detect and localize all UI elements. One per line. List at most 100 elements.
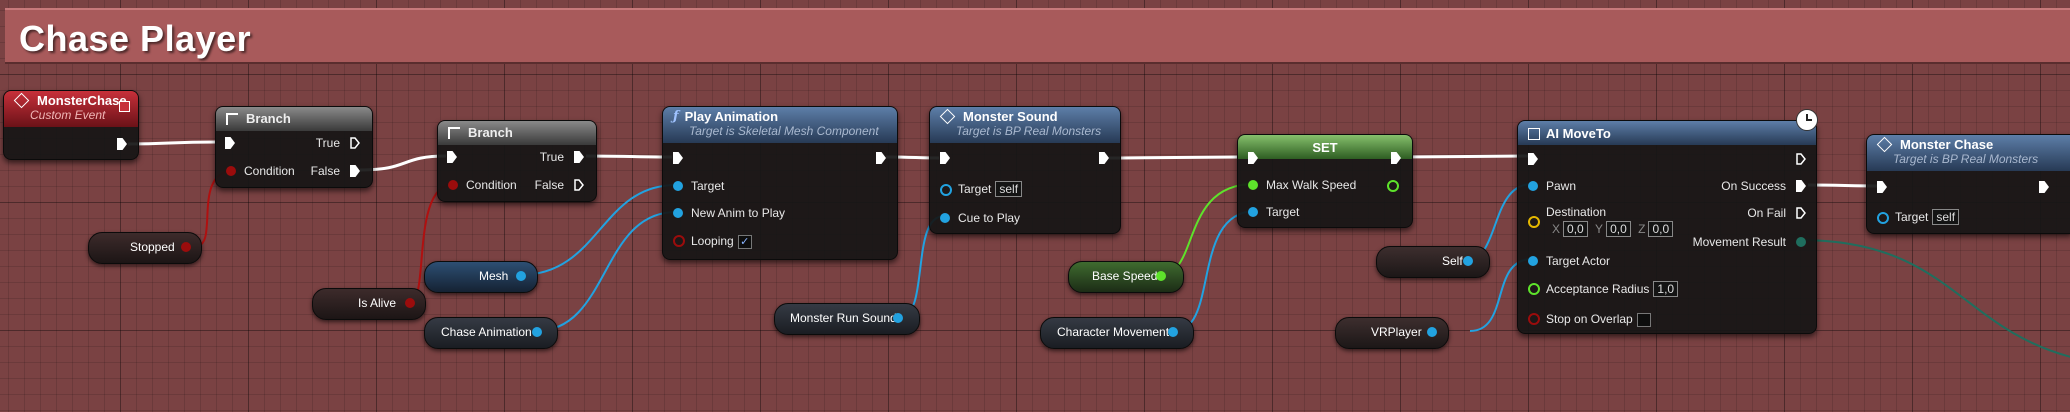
acceptance-radius-field[interactable]: 1,0: [1653, 281, 1679, 297]
target-pin[interactable]: [673, 181, 683, 191]
branch-node-2[interactable]: Branch True Condition False: [437, 120, 597, 202]
target-pin[interactable]: [1248, 207, 1258, 217]
target-value-box[interactable]: self: [995, 181, 1023, 197]
vrplayer-variable-node[interactable]: VRPlayer: [1335, 317, 1449, 349]
object-out-pin[interactable]: [1463, 256, 1473, 266]
variable-label: Stopped: [130, 240, 175, 254]
object-out-pin[interactable]: [1427, 327, 1437, 337]
target-pin[interactable]: [940, 184, 952, 196]
false-pin-label: False: [534, 178, 564, 192]
new-anim-pin-label: New Anim to Play: [691, 206, 786, 220]
dest-y-label: Y: [1595, 222, 1604, 236]
set-node[interactable]: SET Max Walk Speed Target: [1237, 134, 1413, 228]
target-pin[interactable]: [1877, 212, 1889, 224]
bool-out-pin[interactable]: [181, 242, 191, 252]
destination-pin[interactable]: [1528, 216, 1540, 228]
condition-pin[interactable]: [226, 166, 236, 176]
exec-out-pin[interactable]: [876, 152, 886, 164]
dest-y-field[interactable]: 0,0: [1606, 221, 1631, 237]
object-wire: [1173, 210, 1257, 332]
exec-in-pin[interactable]: [1877, 181, 1887, 193]
target-pin-label: Target: [1266, 205, 1300, 219]
exec-wire: [1108, 155, 1241, 160]
condition-pin[interactable]: [448, 180, 458, 190]
float-out-pin[interactable]: [1156, 271, 1166, 281]
false-exec-pin[interactable]: [574, 179, 584, 191]
branch-header: Branch: [216, 107, 372, 131]
max-walk-speed-out-pin[interactable]: [1387, 180, 1399, 192]
latent-clock-icon: [1796, 109, 1818, 131]
exec-out-pin[interactable]: [1099, 152, 1109, 164]
exec-in-pin[interactable]: [1528, 153, 1538, 165]
dest-z-field[interactable]: 0,0: [1648, 221, 1674, 237]
function-title: AI MoveTo: [1546, 126, 1611, 141]
exec-out-pin[interactable]: [1796, 153, 1806, 165]
exec-in-pin[interactable]: [447, 151, 457, 163]
branch-icon: [226, 112, 238, 125]
object-out-pin[interactable]: [516, 271, 526, 281]
exec-in-pin[interactable]: [940, 152, 950, 164]
target-actor-pin[interactable]: [1528, 256, 1538, 266]
exec-out-pin[interactable]: [2039, 181, 2049, 193]
set-title: SET: [1312, 140, 1338, 155]
object-wire: [535, 211, 677, 332]
character-movement-variable-node[interactable]: Character Movement: [1040, 317, 1194, 349]
set-header: SET: [1238, 135, 1412, 159]
ai-move-to-node[interactable]: AI MoveTo Pawn On Success Destination X0…: [1517, 109, 1818, 334]
cue-pin-label: Cue to Play: [958, 211, 1021, 225]
variable-label: Base Speed: [1092, 269, 1158, 283]
on-fail-exec-pin[interactable]: [1796, 207, 1806, 219]
delegate-pin-icon[interactable]: [119, 101, 130, 112]
self-node[interactable]: Self: [1376, 246, 1490, 278]
stop-on-overlap-pin[interactable]: [1528, 313, 1540, 325]
base-speed-variable-node[interactable]: Base Speed: [1068, 261, 1184, 293]
dest-x-field[interactable]: 0,0: [1563, 221, 1588, 237]
object-out-pin[interactable]: [893, 313, 903, 323]
looping-pin[interactable]: [673, 235, 685, 247]
chase-animation-variable-node[interactable]: Chase Animation: [424, 317, 558, 349]
new-anim-pin[interactable]: [673, 208, 683, 218]
exec-in-pin[interactable]: [673, 152, 683, 164]
true-exec-pin[interactable]: [350, 137, 360, 149]
stopped-variable-node[interactable]: Stopped: [88, 232, 202, 264]
bool-out-pin[interactable]: [405, 298, 415, 308]
monster-sound-node[interactable]: Monster Sound Target is BP Real Monsters…: [929, 106, 1121, 234]
exec-in-pin[interactable]: [225, 137, 235, 149]
exec-out-pin[interactable]: [117, 138, 127, 150]
true-exec-pin[interactable]: [574, 151, 584, 163]
target-value-box[interactable]: self: [1932, 209, 1960, 225]
variable-label: Monster Run Sound: [790, 311, 897, 325]
pawn-pin[interactable]: [1528, 181, 1538, 191]
monster-run-sound-variable-node[interactable]: Monster Run Sound: [774, 303, 920, 335]
object-out-pin[interactable]: [1168, 327, 1178, 337]
latent-node-icon: [1528, 127, 1540, 140]
false-exec-pin[interactable]: [350, 165, 360, 177]
true-pin-label: True: [539, 150, 564, 164]
branch-node-1[interactable]: Branch True Condition False: [215, 106, 373, 188]
object-out-pin[interactable]: [532, 327, 542, 337]
is-alive-variable-node[interactable]: Is Alive: [312, 288, 426, 320]
function-icon: ƒ: [673, 109, 679, 124]
function-header: AI MoveTo: [1518, 121, 1816, 145]
movement-result-pin[interactable]: [1796, 237, 1806, 247]
stop-on-overlap-checkbox[interactable]: [1636, 312, 1651, 327]
on-fail-pin-label: On Fail: [1747, 206, 1786, 220]
function-header: Monster Chase Target is BP Real Monsters: [1867, 135, 2070, 171]
monster-chase-call-node[interactable]: Monster Chase Target is BP Real Monsters…: [1866, 134, 2070, 234]
cue-pin[interactable]: [940, 213, 950, 223]
looping-checkbox[interactable]: ✓: [737, 234, 752, 249]
variable-label: Is Alive: [358, 296, 397, 310]
play-animation-node[interactable]: ƒ Play Animation Target is Skeletal Mesh …: [662, 106, 898, 260]
max-walk-speed-pin[interactable]: [1248, 180, 1258, 190]
acceptance-radius-pin[interactable]: [1528, 283, 1540, 295]
monster-chase-event-node[interactable]: MonsterChase Custom Event: [3, 90, 139, 160]
on-success-exec-pin[interactable]: [1796, 180, 1806, 192]
mesh-variable-node[interactable]: Mesh: [424, 261, 538, 293]
condition-pin-label: Condition: [466, 178, 517, 192]
blueprint-graph[interactable]: Chase Player MonsterChase Custom Event B…: [0, 0, 2070, 412]
acceptance-radius-label: Acceptance Radius: [1546, 282, 1650, 296]
movement-result-pin-label: Movement Result: [1692, 235, 1786, 249]
exec-wire: [127, 140, 217, 146]
event-diamond-icon: [13, 92, 30, 109]
condition-pin-label: Condition: [244, 164, 295, 178]
